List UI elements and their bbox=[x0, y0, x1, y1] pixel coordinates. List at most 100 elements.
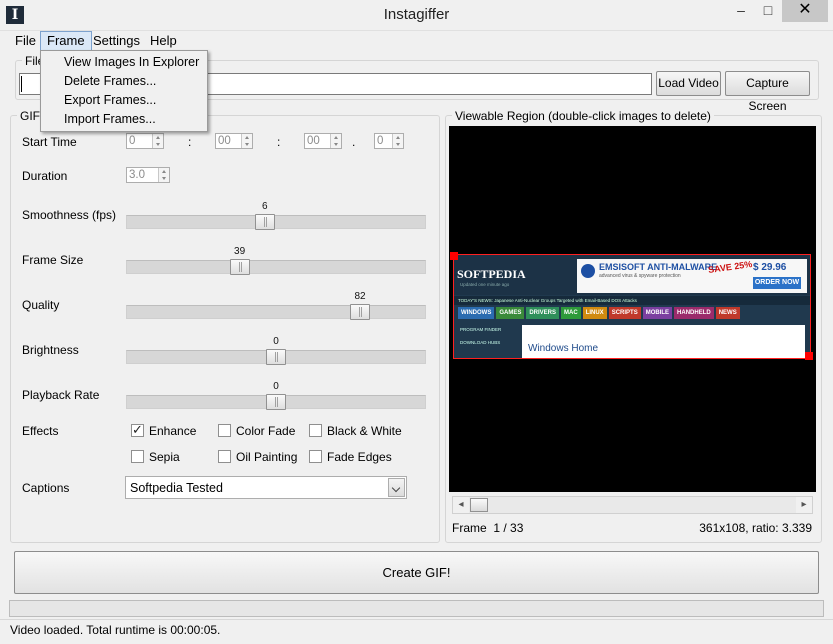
sepia-checkbox[interactable] bbox=[131, 450, 144, 463]
playback-rate-label: Playback Rate bbox=[22, 388, 100, 402]
crop-handle-bottom-right[interactable] bbox=[805, 352, 813, 360]
time-separator: : bbox=[277, 135, 281, 149]
viewable-region-label: Viewable Region (double-click images to … bbox=[452, 109, 714, 123]
smoothness-slider-track[interactable] bbox=[126, 215, 426, 229]
minimize-button[interactable]: – bbox=[727, 0, 755, 22]
menu-settings[interactable]: Settings bbox=[87, 31, 146, 51]
status-text: Video loaded. Total runtime is 00:00:05. bbox=[10, 623, 221, 637]
brightness-value: 0 bbox=[273, 336, 279, 347]
spinner-arrows-icon bbox=[241, 134, 252, 148]
preview-ad-title: EMSISOFT ANTI-MALWARE bbox=[599, 262, 718, 272]
smoothness-label: Smoothness (fps) bbox=[22, 208, 117, 222]
preview-content-panel: Windows Home bbox=[522, 325, 805, 358]
captions-label: Captions bbox=[22, 481, 70, 495]
preview-nav-tab: HANDHELD bbox=[674, 307, 714, 319]
spinner-arrows-icon bbox=[330, 134, 341, 148]
frame-size-slider-track[interactable] bbox=[126, 260, 426, 274]
frame-menu-dropdown: View Images In Explorer Delete Frames...… bbox=[40, 50, 208, 132]
quality-slider-thumb[interactable] bbox=[350, 304, 370, 320]
start-second-spinner[interactable]: 00 bbox=[304, 133, 342, 149]
preview-nav-tab: MAC bbox=[561, 307, 581, 319]
preview-nav-tab: SCRIPTS bbox=[608, 307, 641, 319]
menu-help[interactable]: Help bbox=[144, 31, 183, 51]
chevron-left-icon[interactable]: ◂ bbox=[453, 497, 469, 513]
spinner-arrows-icon bbox=[158, 168, 169, 182]
spinner-arrows-icon bbox=[392, 134, 403, 148]
frame-size-slider-thumb[interactable] bbox=[229, 259, 250, 275]
fade-edges-label[interactable]: Fade Edges bbox=[327, 450, 392, 464]
menu-file[interactable]: File bbox=[9, 31, 42, 51]
black-white-checkbox[interactable] bbox=[309, 424, 322, 437]
chevron-down-icon[interactable] bbox=[388, 478, 405, 497]
preview-left-links: PROGRAM FINDER DOWNLOAD HUBS bbox=[460, 327, 501, 345]
enhance-checkbox[interactable] bbox=[131, 422, 144, 438]
menu-frame[interactable]: Frame bbox=[40, 31, 92, 51]
preview-nav-tab: DRIVERS bbox=[526, 307, 560, 319]
text-caret bbox=[21, 76, 22, 92]
smoothness-slider-thumb[interactable] bbox=[254, 214, 275, 230]
shield-icon bbox=[581, 264, 595, 278]
create-gif-button[interactable]: Create GIF! bbox=[14, 551, 819, 594]
color-fade-checkbox[interactable] bbox=[218, 424, 231, 437]
effects-label: Effects bbox=[22, 424, 59, 438]
smoothness-value: 6 bbox=[262, 201, 268, 212]
menu-bar: File Frame Settings Help bbox=[0, 31, 833, 51]
preview-ad-order: ORDER NOW bbox=[753, 277, 801, 289]
menu-delete-frames[interactable]: Delete Frames... bbox=[43, 72, 205, 91]
frame-scrollbar-thumb[interactable] bbox=[470, 498, 488, 512]
playback-rate-value: 0 bbox=[273, 381, 279, 392]
menu-export-frames[interactable]: Export Frames... bbox=[43, 91, 205, 110]
preview-logo: SOFTPEDIA bbox=[457, 267, 526, 281]
maximize-button[interactable]: □ bbox=[755, 0, 781, 22]
duration-label: Duration bbox=[22, 169, 68, 183]
start-minute-spinner[interactable]: 00 bbox=[215, 133, 253, 149]
quality-label: Quality bbox=[22, 298, 60, 312]
menu-import-frames[interactable]: Import Frames... bbox=[43, 110, 205, 129]
preview-frame-image[interactable]: SOFTPEDIA Updated one minute ago EMSISOF… bbox=[453, 254, 811, 359]
start-hour-spinner[interactable]: 0 bbox=[126, 133, 164, 149]
window-title: Instagiffer bbox=[383, 6, 450, 23]
sepia-label[interactable]: Sepia bbox=[149, 450, 180, 464]
captions-select[interactable]: Softpedia Tested bbox=[125, 476, 407, 499]
start-time-label: Start Time bbox=[22, 135, 77, 149]
black-white-label[interactable]: Black & White bbox=[327, 424, 402, 438]
frame-dimensions: 361x108, ratio: 3.339 bbox=[699, 521, 812, 535]
frame-scrollbar[interactable]: ◂ ▸ bbox=[452, 496, 813, 514]
frame-size-label: Frame Size bbox=[22, 253, 84, 267]
time-separator: : bbox=[188, 135, 192, 149]
load-video-button[interactable]: Load Video bbox=[656, 71, 721, 96]
spinner-arrows-icon bbox=[152, 134, 163, 148]
oil-painting-checkbox[interactable] bbox=[218, 450, 231, 463]
preview-nav-tab: WINDOWS bbox=[458, 307, 495, 319]
fade-edges-checkbox[interactable] bbox=[309, 450, 322, 463]
close-button[interactable]: ✕ bbox=[782, 0, 828, 22]
preview-ad-price: $ 29.96 bbox=[753, 262, 787, 273]
menu-view-images-in-explorer[interactable]: View Images In Explorer bbox=[43, 53, 205, 72]
preview-nav-tab: GAMES bbox=[496, 307, 525, 319]
crop-handle-top-left[interactable] bbox=[450, 252, 458, 260]
progress-bar bbox=[9, 600, 824, 617]
captions-selected-value: Softpedia Tested bbox=[130, 481, 223, 495]
enhance-label[interactable]: Enhance bbox=[149, 424, 196, 438]
preview-news-bar: TODAY'S NEWS: Japanese Anti-Nuclear Grou… bbox=[454, 296, 810, 305]
preview-left-link: PROGRAM FINDER bbox=[460, 327, 502, 332]
chevron-right-icon[interactable]: ▸ bbox=[796, 497, 812, 513]
status-bar: Video loaded. Total runtime is 00:00:05. bbox=[0, 619, 833, 644]
quality-slider-track[interactable] bbox=[126, 305, 426, 319]
duration-spinner[interactable]: 3.0 bbox=[126, 167, 170, 183]
brightness-slider-thumb[interactable] bbox=[266, 349, 286, 365]
preview-nav-tab: MOBILE bbox=[642, 307, 673, 319]
playback-rate-slider-thumb[interactable] bbox=[266, 394, 286, 410]
start-millisecond-spinner[interactable]: 0 bbox=[374, 133, 404, 149]
oil-painting-label[interactable]: Oil Painting bbox=[236, 450, 297, 464]
preview-left-link: DOWNLOAD HUBS bbox=[460, 340, 501, 345]
frame-counter: Frame 1 / 33 bbox=[452, 521, 524, 535]
preview-nav-tab: NEWS bbox=[715, 307, 740, 319]
preview-nav-tabs: WINDOWS GAMES DRIVERS MAC LINUX SCRIPTS MOBILE… bbox=[454, 307, 810, 320]
preview-ad-sub: advanced virus & spyware protection bbox=[599, 273, 681, 279]
color-fade-label[interactable]: Color Fade bbox=[236, 424, 295, 438]
capture-screen-button[interactable]: Capture Screen bbox=[725, 71, 810, 113]
frame-size-value: 39 bbox=[234, 246, 246, 257]
preview-ad-banner: EMSISOFT ANTI-MALWARE advanced virus & s… bbox=[577, 259, 807, 293]
quality-value: 82 bbox=[354, 291, 366, 302]
